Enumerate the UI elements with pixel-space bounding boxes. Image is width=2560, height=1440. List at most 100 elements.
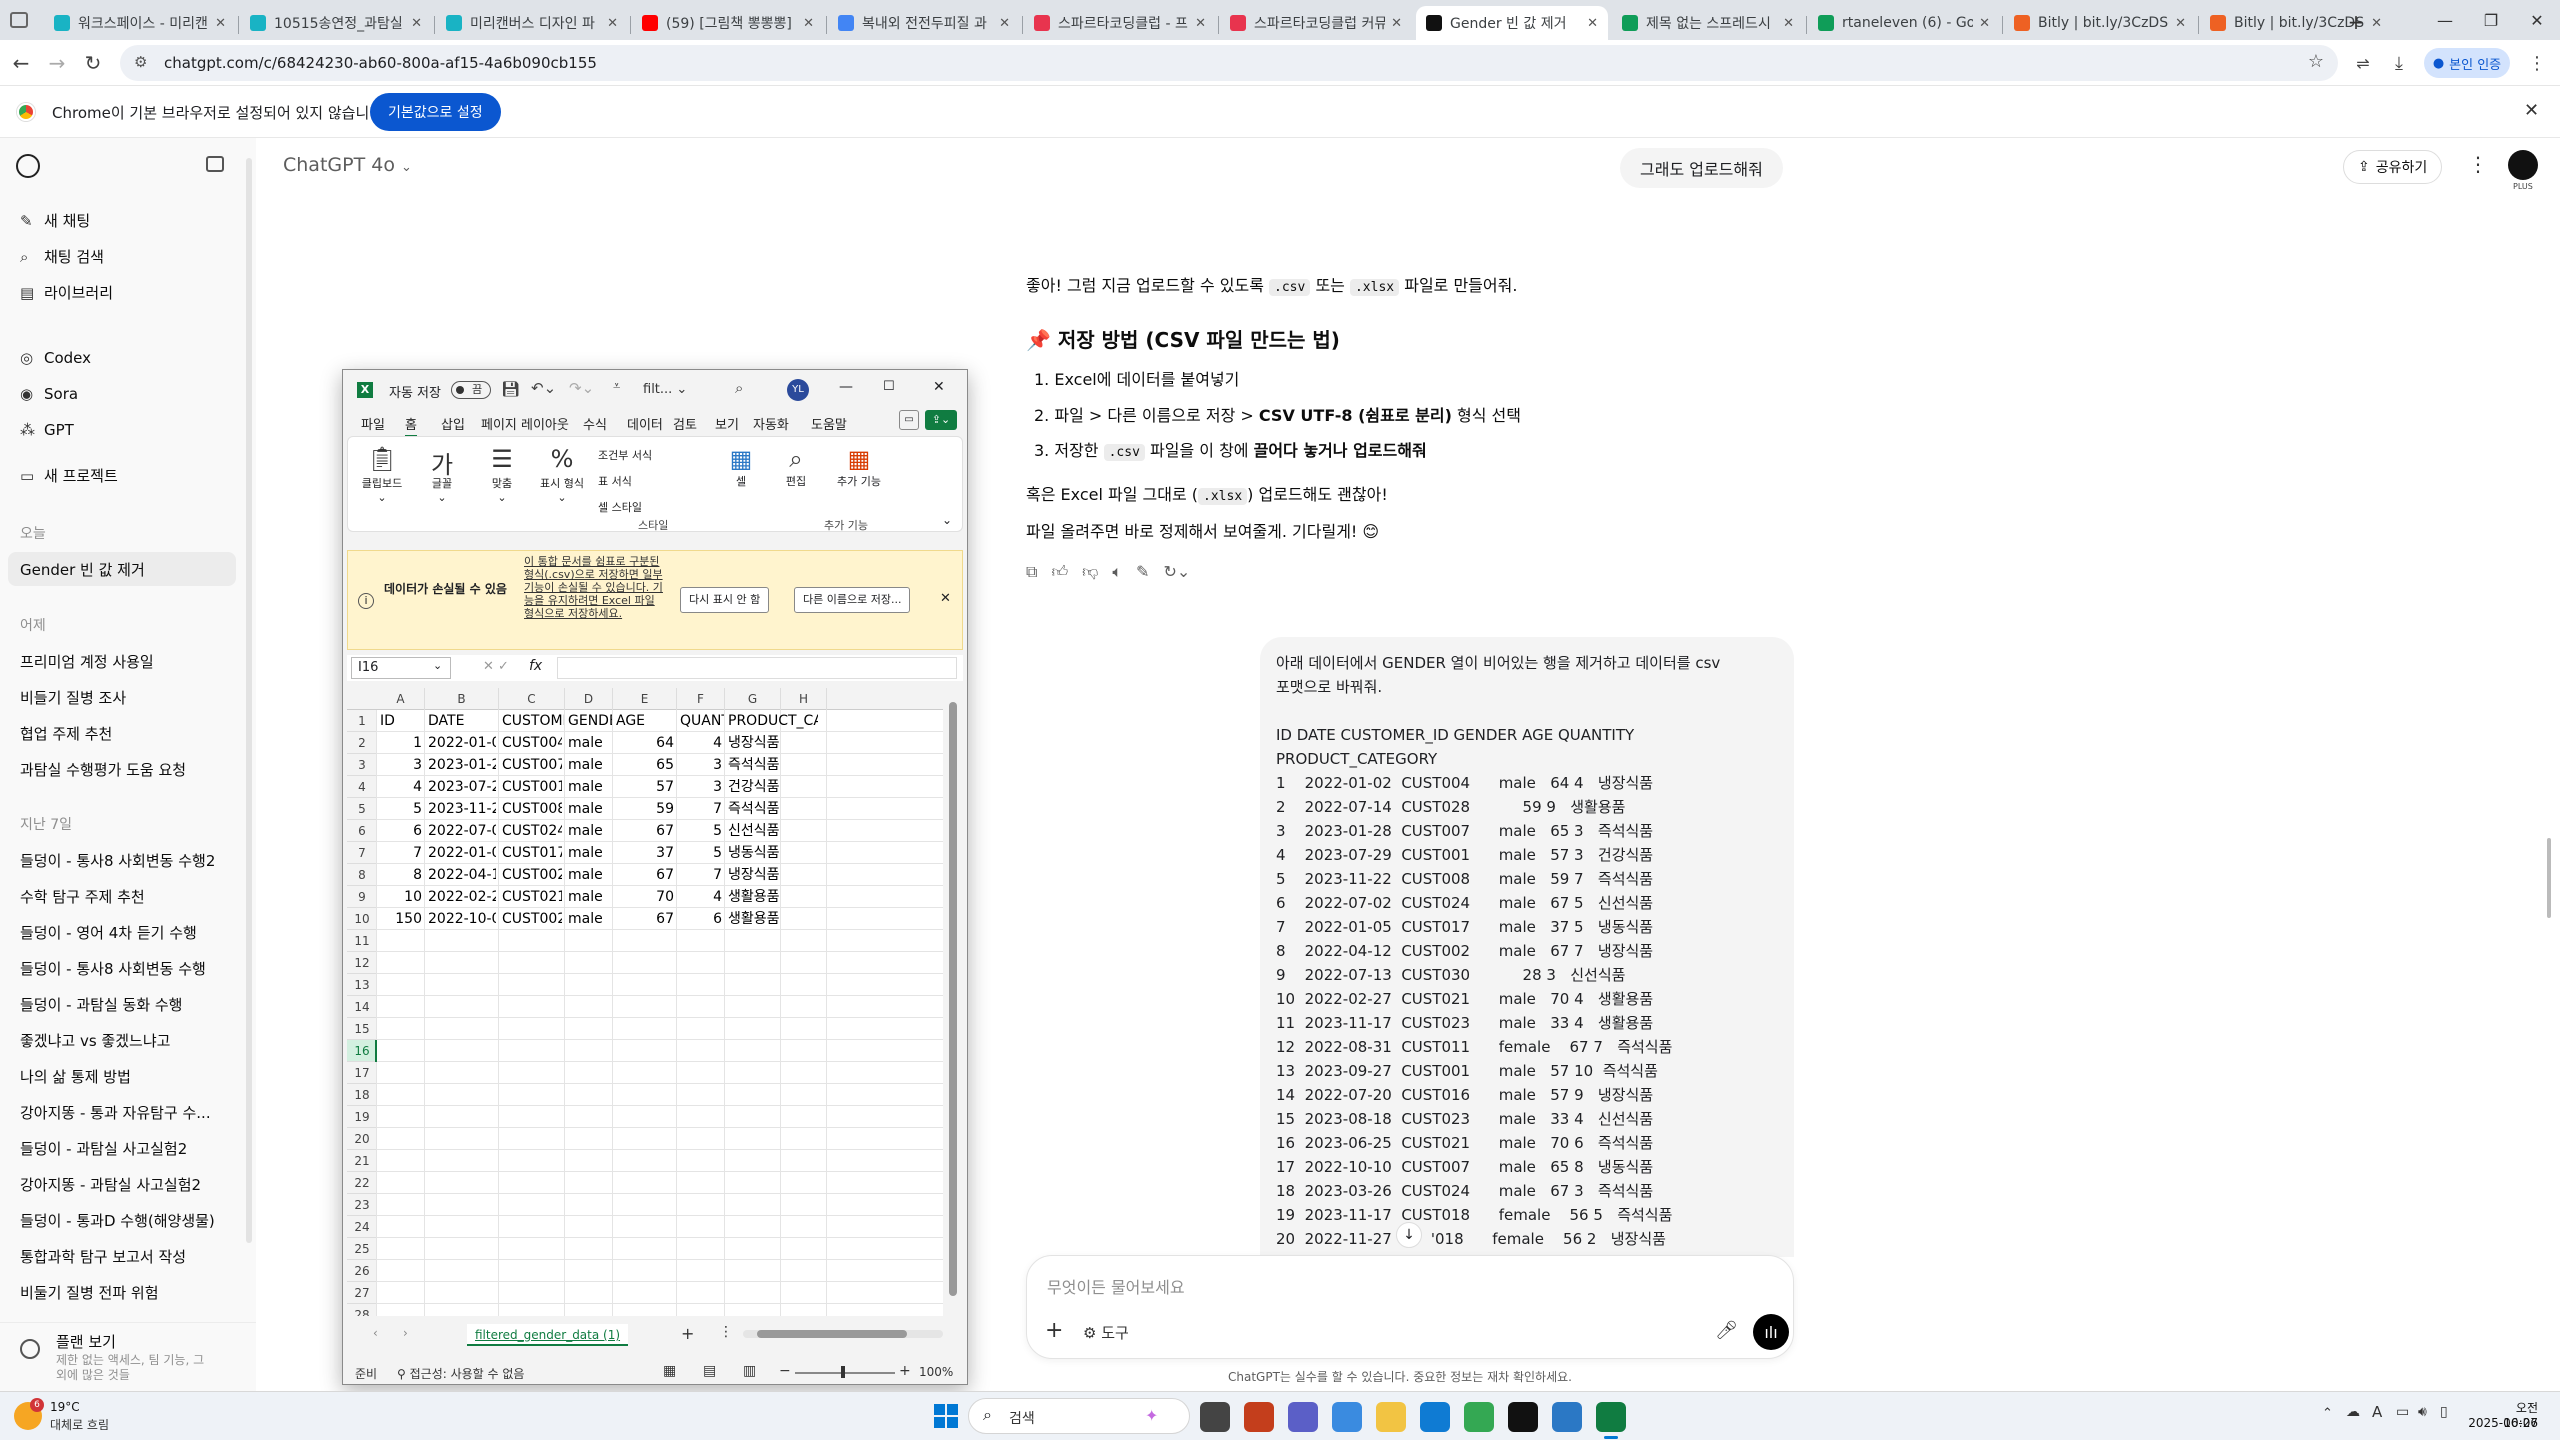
sidebar-item[interactable]: ✎ 새 채팅 bbox=[20, 210, 230, 231]
table-cell[interactable]: male bbox=[568, 732, 610, 754]
sidebar-chat-item[interactable]: Gender 빈 값 제거 bbox=[20, 559, 230, 580]
table-cell[interactable]: 67 bbox=[616, 908, 674, 930]
sidebar-chat-item[interactable]: 들덩이 - 통사8 사회변동 수행2 bbox=[20, 850, 230, 871]
table-header-cell[interactable]: CUSTOMER_ID bbox=[502, 710, 564, 732]
table-cell[interactable]: 7 bbox=[380, 842, 422, 864]
notepad-icon[interactable] bbox=[1552, 1402, 1582, 1432]
restore-window-button[interactable]: ❐ bbox=[2468, 0, 2514, 40]
table-header-cell[interactable]: DATE bbox=[428, 710, 498, 732]
row-header[interactable]: 10 bbox=[347, 908, 377, 930]
row-header[interactable]: 13 bbox=[347, 974, 377, 996]
file-name[interactable]: filt... ⌄ bbox=[643, 382, 687, 397]
column-header[interactable]: G bbox=[725, 688, 781, 710]
taskbar-search[interactable]: ⌕ 검색 ✦ bbox=[968, 1398, 1190, 1434]
hscroll-thumb[interactable] bbox=[757, 1330, 907, 1338]
row-header[interactable]: 24 bbox=[347, 1216, 377, 1238]
table-cell[interactable]: 1 bbox=[380, 732, 422, 754]
tab-close-icon[interactable]: ✕ bbox=[1587, 16, 1598, 31]
conditional-format-item[interactable]: 조건부 서식 bbox=[598, 443, 652, 469]
new-project-button[interactable]: ▭ 새 프로젝트 bbox=[20, 465, 230, 486]
ribbon-tab[interactable]: 삽입 bbox=[441, 414, 465, 433]
sidebar-item[interactable]: ⌕ 채팅 검색 bbox=[20, 246, 230, 267]
browser-tab[interactable]: 복내외 전전두피질 과 ✕ bbox=[828, 6, 1020, 40]
table-cell[interactable]: 4 bbox=[680, 886, 722, 908]
close-sidebar-icon[interactable] bbox=[206, 156, 224, 172]
table-cell[interactable]: 3 bbox=[680, 754, 722, 776]
table-cell[interactable]: 생활용품 bbox=[728, 886, 788, 908]
row-header[interactable]: 7 bbox=[347, 842, 377, 864]
table-cell[interactable]: 냉장식품 bbox=[728, 732, 788, 754]
normal-view-icon[interactable]: ▦ bbox=[663, 1363, 676, 1379]
reload-button[interactable]: ↻ bbox=[78, 48, 108, 78]
row-header[interactable]: 11 bbox=[347, 930, 377, 952]
tab-close-icon[interactable]: ✕ bbox=[607, 16, 618, 31]
table-cell[interactable]: 신선식품 bbox=[728, 820, 788, 842]
tab-close-icon[interactable]: ✕ bbox=[1783, 16, 1794, 31]
table-cell[interactable]: 2022-04-12 bbox=[428, 864, 496, 886]
table-cell[interactable]: 냉동식품 bbox=[728, 842, 788, 864]
row-header[interactable]: 20 bbox=[347, 1128, 377, 1150]
sidebar-chat-item[interactable]: 수학 탐구 주제 추천 bbox=[20, 886, 230, 907]
table-cell[interactable]: 65 bbox=[616, 754, 674, 776]
table-cell[interactable]: CUST008 bbox=[502, 798, 562, 820]
row-header[interactable]: 23 bbox=[347, 1194, 377, 1216]
table-cell[interactable]: 8 bbox=[380, 864, 422, 886]
row-header[interactable]: 8 bbox=[347, 864, 377, 886]
table-cell[interactable]: 2022-07-02 bbox=[428, 820, 496, 842]
new-tab-button[interactable]: + bbox=[2342, 8, 2370, 36]
tab-list-icon[interactable] bbox=[10, 12, 28, 28]
close-window-button[interactable]: ✕ bbox=[2514, 0, 2560, 40]
table-cell[interactable]: 150 bbox=[380, 908, 422, 930]
table-cell[interactable]: 2023-11-22 bbox=[428, 798, 496, 820]
table-cell[interactable]: male bbox=[568, 842, 610, 864]
row-header[interactable]: 9 bbox=[347, 886, 377, 908]
dont-show-again-button[interactable]: 다시 표시 안 함 bbox=[680, 587, 770, 613]
tab-close-icon[interactable]: ✕ bbox=[2371, 16, 2382, 31]
battery-icon[interactable]: ▯ bbox=[2440, 1404, 2448, 1420]
sidebar-scrollbar[interactable] bbox=[246, 158, 252, 1243]
table-cell[interactable]: 2023-07-29 bbox=[428, 776, 496, 798]
edge-icon[interactable] bbox=[1420, 1402, 1450, 1432]
sidebar-item[interactable]: ▤ 라이브러리 bbox=[20, 282, 230, 303]
table-cell[interactable]: 5 bbox=[380, 798, 422, 820]
task-view-icon[interactable] bbox=[1200, 1402, 1230, 1432]
sheet-next-icon[interactable]: › bbox=[403, 1326, 408, 1340]
table-cell[interactable]: CUST021 bbox=[502, 886, 562, 908]
redo-icon[interactable]: ↷⌄ bbox=[569, 379, 594, 397]
share-button[interactable]: ⇪ 공유하기 bbox=[2343, 150, 2443, 184]
back-button[interactable]: ← bbox=[6, 48, 36, 78]
tab-close-icon[interactable]: ✕ bbox=[2175, 16, 2186, 31]
autosave-toggle[interactable]: 끔 bbox=[451, 381, 491, 399]
table-cell[interactable]: CUST004 bbox=[502, 732, 562, 754]
table-cell[interactable]: 64 bbox=[616, 732, 674, 754]
sheet-prev-icon[interactable]: ‹ bbox=[373, 1326, 378, 1340]
tab-close-icon[interactable]: ✕ bbox=[1979, 16, 1990, 31]
table-cell[interactable]: 즉석식품 bbox=[728, 798, 788, 820]
sidebar-item[interactable]: ⁂ GPT bbox=[20, 421, 230, 439]
browser-tab[interactable]: Bitly | bit.ly/3CzDSc7 ✕ bbox=[2004, 6, 2196, 40]
notion-icon[interactable] bbox=[1508, 1402, 1538, 1432]
status-accessibility[interactable]: ⚲ 접근성: 사용할 수 없음 bbox=[397, 1365, 524, 1382]
sidebar-chat-item[interactable]: 들덩이 - 과탐실 사고실험2 bbox=[20, 1138, 230, 1159]
ribbon-tab[interactable]: 도움말 bbox=[811, 414, 847, 433]
customize-toolbar-icon[interactable]: ⩡ bbox=[613, 379, 620, 394]
table-cell[interactable]: 6 bbox=[680, 908, 722, 930]
edit-icon[interactable]: ✎ bbox=[1136, 562, 1149, 582]
column-header[interactable]: C bbox=[499, 688, 565, 710]
scroll-down-icon[interactable]: ↓ bbox=[1396, 1222, 1422, 1248]
table-cell[interactable]: male bbox=[568, 798, 610, 820]
thumbs-down-icon[interactable]: 👎︎ bbox=[1082, 562, 1098, 582]
sidebar-chat-item[interactable]: 들덩이 - 영어 4차 듣기 수행 bbox=[20, 922, 230, 943]
sidebar-item[interactable]: ◎ Codex bbox=[20, 349, 230, 367]
excel-user-avatar[interactable]: YL bbox=[787, 379, 809, 401]
sidebar-chat-item[interactable]: 나의 삶 통제 방법 bbox=[20, 1066, 230, 1087]
table-cell[interactable]: 즉석식품 bbox=[728, 754, 788, 776]
sidebar-chat-item[interactable]: 통합과학 탐구 보고서 작성 bbox=[20, 1246, 230, 1267]
attach-plus-icon[interactable]: + bbox=[1045, 1318, 1063, 1343]
horizontal-scrollbar[interactable] bbox=[743, 1330, 943, 1338]
sidebar-chat-item[interactable]: 비들기 질병 조사 bbox=[20, 687, 230, 708]
read-aloud-icon[interactable]: 🔈︎ bbox=[1112, 562, 1122, 582]
vertical-scrollbar[interactable] bbox=[945, 688, 961, 1316]
excel-close-button[interactable]: ✕ bbox=[933, 379, 945, 395]
table-cell[interactable]: 3 bbox=[680, 776, 722, 798]
